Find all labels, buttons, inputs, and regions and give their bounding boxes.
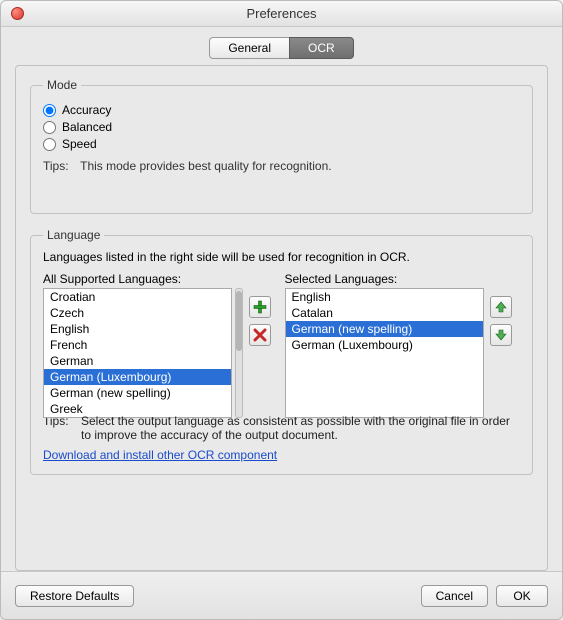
mode-accuracy-row[interactable]: Accuracy (43, 103, 520, 117)
mode-group: Mode Accuracy Balanced Speed Tips: This … (30, 78, 533, 214)
mode-balanced-row[interactable]: Balanced (43, 120, 520, 134)
all-supported-list[interactable]: CroatianCzechEnglishFrenchGermanGerman (… (43, 288, 232, 418)
language-intro: Languages listed in the right side will … (43, 250, 520, 264)
language-tips-body: Select the output language as consistent… (81, 414, 520, 442)
add-language-button[interactable] (249, 296, 271, 318)
footer: Restore Defaults Cancel OK (1, 571, 562, 619)
move-down-button[interactable] (490, 324, 512, 346)
list-item[interactable]: Croatian (44, 289, 231, 305)
mode-legend: Mode (43, 78, 81, 92)
language-tips: Tips: Select the output language as cons… (43, 414, 520, 442)
all-supported-column: All Supported Languages: CroatianCzechEn… (43, 272, 243, 418)
mode-tips: Tips: This mode provides best quality fo… (43, 159, 520, 173)
list-item[interactable]: German (Luxembourg) (286, 337, 484, 353)
language-group: Language Languages listed in the right s… (30, 228, 533, 475)
remove-language-button[interactable] (249, 324, 271, 346)
cancel-button[interactable]: Cancel (421, 585, 488, 607)
restore-defaults-button[interactable]: Restore Defaults (15, 585, 134, 607)
language-legend: Language (43, 228, 104, 242)
language-grid: All Supported Languages: CroatianCzechEn… (43, 272, 520, 418)
ocr-panel: Mode Accuracy Balanced Speed Tips: This … (15, 65, 548, 571)
mode-tips-body: This mode provides best quality for reco… (80, 159, 331, 173)
list-item[interactable]: English (286, 289, 484, 305)
selected-languages-list[interactable]: EnglishCatalanGerman (new spelling)Germa… (285, 288, 485, 418)
selected-languages-listwrap: EnglishCatalanGerman (new spelling)Germa… (285, 288, 485, 418)
selected-languages-header: Selected Languages: (285, 272, 485, 286)
window-body: General OCR Mode Accuracy Balanced Speed (1, 27, 562, 571)
mode-balanced-radio[interactable] (43, 121, 56, 134)
list-item[interactable]: Catalan (286, 305, 484, 321)
mode-accuracy-radio[interactable] (43, 104, 56, 117)
ok-button[interactable]: OK (496, 585, 548, 607)
list-item[interactable]: English (44, 321, 231, 337)
x-icon (253, 328, 267, 342)
titlebar: Preferences (1, 1, 562, 27)
arrow-up-icon (494, 300, 508, 314)
reorder-buttons (490, 272, 520, 418)
scrollbar-thumb[interactable] (236, 291, 242, 351)
plus-icon (253, 300, 267, 314)
list-item[interactable]: German (Luxembourg) (44, 369, 231, 385)
mode-speed-row[interactable]: Speed (43, 137, 520, 151)
mode-balanced-label: Balanced (62, 120, 112, 134)
download-ocr-link[interactable]: Download and install other OCR component (43, 448, 277, 462)
move-up-button[interactable] (490, 296, 512, 318)
tab-ocr[interactable]: OCR (289, 37, 354, 59)
close-icon[interactable] (11, 7, 24, 20)
list-item[interactable]: German (new spelling) (286, 321, 484, 337)
arrow-down-icon (494, 328, 508, 342)
mode-accuracy-label: Accuracy (62, 103, 111, 117)
list-item[interactable]: German (new spelling) (44, 385, 231, 401)
add-remove-buttons (249, 272, 279, 418)
list-item[interactable]: German (44, 353, 231, 369)
all-supported-scrollbar[interactable] (235, 288, 243, 418)
selected-languages-column: Selected Languages: EnglishCatalanGerman… (285, 272, 485, 418)
list-item[interactable]: French (44, 337, 231, 353)
mode-tips-label: Tips: (43, 159, 77, 173)
window-title: Preferences (1, 6, 562, 21)
preferences-window: Preferences General OCR Mode Accuracy Ba… (0, 0, 563, 620)
list-item[interactable]: Czech (44, 305, 231, 321)
tab-bar: General OCR (15, 37, 548, 59)
mode-speed-label: Speed (62, 137, 97, 151)
all-supported-listwrap: CroatianCzechEnglishFrenchGermanGerman (… (43, 288, 243, 418)
mode-speed-radio[interactable] (43, 138, 56, 151)
all-supported-header: All Supported Languages: (43, 272, 243, 286)
tab-general[interactable]: General (209, 37, 289, 59)
